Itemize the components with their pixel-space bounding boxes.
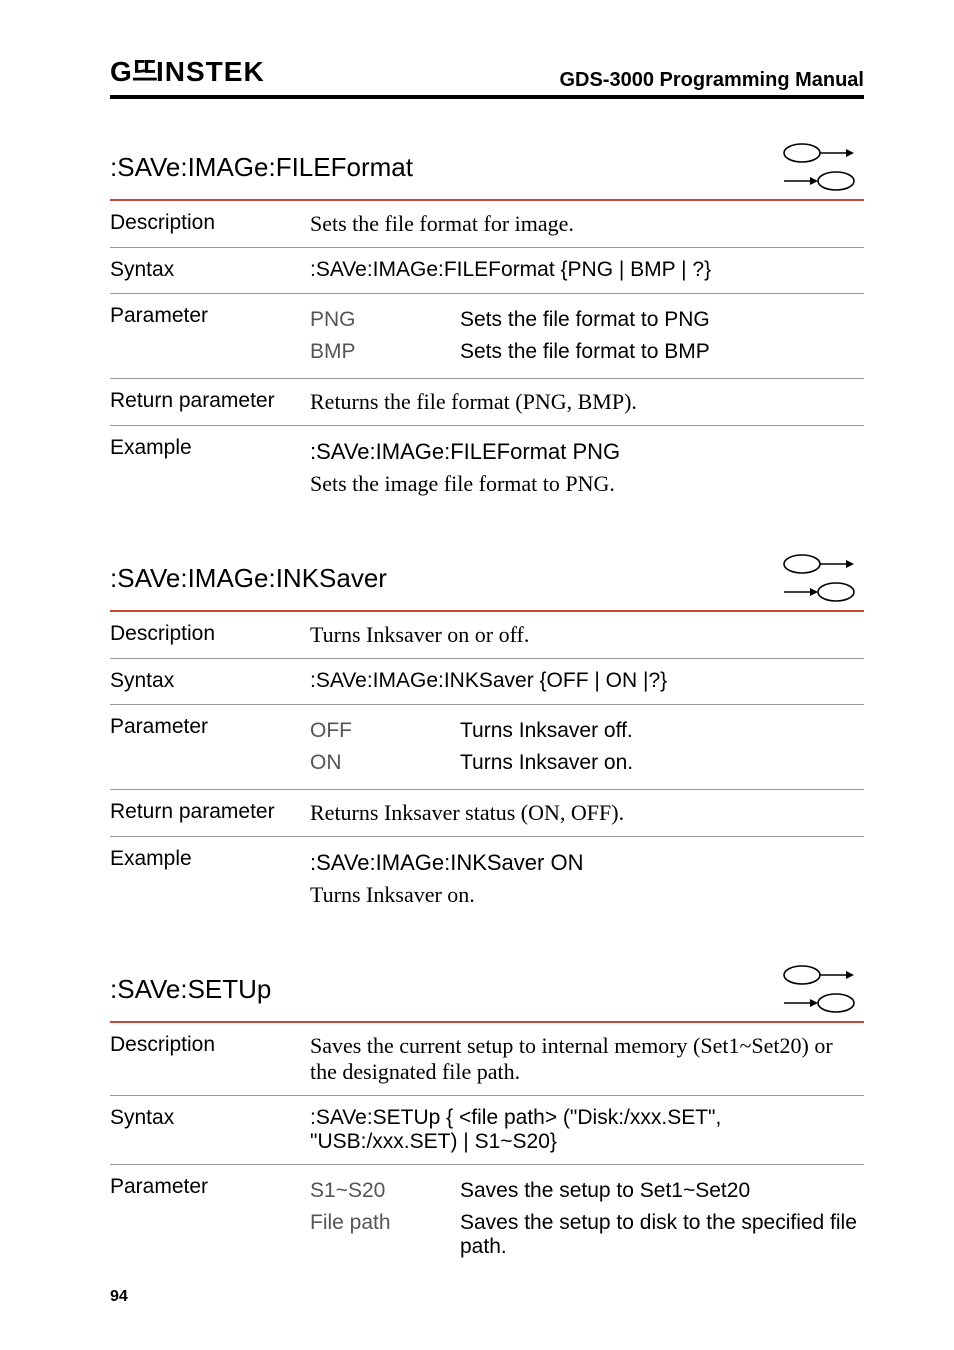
set-query-icon bbox=[780, 963, 864, 1015]
doc-title: GDS-3000 Programming Manual bbox=[559, 69, 864, 92]
parameter-block: PNGSets the file format to PNGBMPSets th… bbox=[310, 304, 864, 368]
section-header: :SAVe:SETUp bbox=[110, 957, 864, 1023]
row-content: :SAVe:IMAGe:FILEFormat PNGSets the image… bbox=[310, 436, 864, 500]
row-content: Turns Inksaver on or off. bbox=[310, 622, 864, 648]
page-number: 94 bbox=[110, 1288, 128, 1306]
svg-text:뜨: 뜨 bbox=[132, 58, 159, 86]
row-label: Syntax bbox=[110, 669, 310, 694]
section-title: :SAVe:IMAGe:FILEFormat bbox=[110, 152, 413, 183]
table-row: ParameterPNGSets the file format to PNGB… bbox=[110, 294, 864, 379]
svg-text:G: G bbox=[110, 58, 132, 86]
table-row: Example:SAVe:IMAGe:FILEFormat PNGSets th… bbox=[110, 426, 864, 510]
row-label: Example bbox=[110, 436, 310, 500]
row-content: :SAVe:IMAGe:INKSaver {OFF | ON |?} bbox=[310, 669, 864, 694]
row-content: :SAVe:SETUp { <file path> ("Disk:/xxx.SE… bbox=[310, 1106, 864, 1154]
row-label: Description bbox=[110, 211, 310, 237]
param-name: S1~S20 bbox=[310, 1179, 460, 1203]
section-title: :SAVe:IMAGe:INKSaver bbox=[110, 563, 387, 594]
content-line: Sets the image file format to PNG. bbox=[310, 468, 864, 500]
set-query-icon bbox=[780, 141, 864, 193]
param-name: File path bbox=[310, 1211, 460, 1259]
row-label: Return parameter bbox=[110, 389, 310, 415]
table-row: Syntax:SAVe:SETUp { <file path> ("Disk:/… bbox=[110, 1096, 864, 1165]
row-content: Sets the file format for image. bbox=[310, 211, 864, 237]
param-row: ONTurns Inksaver on. bbox=[310, 747, 864, 779]
row-label: Description bbox=[110, 622, 310, 648]
command-section: :SAVe:IMAGe:INKSaver DescriptionTurns In… bbox=[110, 546, 864, 921]
row-label: Example bbox=[110, 847, 310, 911]
table-row: Return parameterReturns the file format … bbox=[110, 379, 864, 426]
content-line: :SAVe:IMAGe:INKSaver ON bbox=[310, 847, 864, 879]
param-name: PNG bbox=[310, 308, 460, 332]
row-content: Saves the current setup to internal memo… bbox=[310, 1033, 864, 1085]
param-description: Turns Inksaver on. bbox=[460, 751, 864, 775]
param-name: ON bbox=[310, 751, 460, 775]
command-section: :SAVe:SETUp DescriptionSaves the current… bbox=[110, 957, 864, 1273]
param-row: OFFTurns Inksaver off. bbox=[310, 715, 864, 747]
table-row: DescriptionSaves the current setup to in… bbox=[110, 1023, 864, 1096]
param-row: BMPSets the file format to BMP bbox=[310, 336, 864, 368]
row-label: Return parameter bbox=[110, 800, 310, 826]
svg-text:INSTEK: INSTEK bbox=[156, 58, 265, 86]
param-description: Saves the setup to disk to the specified… bbox=[460, 1211, 864, 1259]
param-description: Saves the setup to Set1~Set20 bbox=[460, 1179, 864, 1203]
param-description: Sets the file format to PNG bbox=[460, 308, 864, 332]
row-label: Parameter bbox=[110, 715, 310, 779]
param-name: BMP bbox=[310, 340, 460, 364]
row-label: Syntax bbox=[110, 258, 310, 283]
table-row: DescriptionTurns Inksaver on or off. bbox=[110, 612, 864, 659]
row-label: Description bbox=[110, 1033, 310, 1085]
row-content: :SAVe:IMAGe:INKSaver ONTurns Inksaver on… bbox=[310, 847, 864, 911]
row-content: Returns the file format (PNG, BMP). bbox=[310, 389, 864, 415]
parameter-block: OFFTurns Inksaver off.ONTurns Inksaver o… bbox=[310, 715, 864, 779]
table-row: Return parameterReturns Inksaver status … bbox=[110, 790, 864, 837]
table-row: Syntax:SAVe:IMAGe:INKSaver {OFF | ON |?} bbox=[110, 659, 864, 705]
param-description: Sets the file format to BMP bbox=[460, 340, 864, 364]
table-row: DescriptionSets the file format for imag… bbox=[110, 201, 864, 248]
param-name: OFF bbox=[310, 719, 460, 743]
table-row: Example:SAVe:IMAGe:INKSaver ONTurns Inks… bbox=[110, 837, 864, 921]
table-row: ParameterOFFTurns Inksaver off.ONTurns I… bbox=[110, 705, 864, 790]
param-description: Turns Inksaver off. bbox=[460, 719, 864, 743]
table-row: ParameterS1~S20Saves the setup to Set1~S… bbox=[110, 1165, 864, 1273]
content-line: Turns Inksaver on. bbox=[310, 879, 864, 911]
parameter-block: S1~S20Saves the setup to Set1~Set20File … bbox=[310, 1175, 864, 1263]
logo: G 뜨 INSTEK bbox=[110, 58, 300, 93]
row-label: Parameter bbox=[110, 304, 310, 368]
section-title: :SAVe:SETUp bbox=[110, 974, 271, 1005]
set-query-icon bbox=[780, 552, 864, 604]
param-row: PNGSets the file format to PNG bbox=[310, 304, 864, 336]
param-row: File pathSaves the setup to disk to the … bbox=[310, 1207, 864, 1263]
doc-header: G 뜨 INSTEK GDS-3000 Programming Manual bbox=[110, 58, 864, 99]
row-content: Returns Inksaver status (ON, OFF). bbox=[310, 800, 864, 826]
content-line: :SAVe:IMAGe:FILEFormat PNG bbox=[310, 436, 864, 468]
row-label: Parameter bbox=[110, 1175, 310, 1263]
command-section: :SAVe:IMAGe:FILEFormat DescriptionSets t… bbox=[110, 135, 864, 510]
section-header: :SAVe:IMAGe:INKSaver bbox=[110, 546, 864, 612]
param-row: S1~S20Saves the setup to Set1~Set20 bbox=[310, 1175, 864, 1207]
section-header: :SAVe:IMAGe:FILEFormat bbox=[110, 135, 864, 201]
table-row: Syntax:SAVe:IMAGe:FILEFormat {PNG | BMP … bbox=[110, 248, 864, 294]
row-label: Syntax bbox=[110, 1106, 310, 1154]
row-content: :SAVe:IMAGe:FILEFormat {PNG | BMP | ?} bbox=[310, 258, 864, 283]
